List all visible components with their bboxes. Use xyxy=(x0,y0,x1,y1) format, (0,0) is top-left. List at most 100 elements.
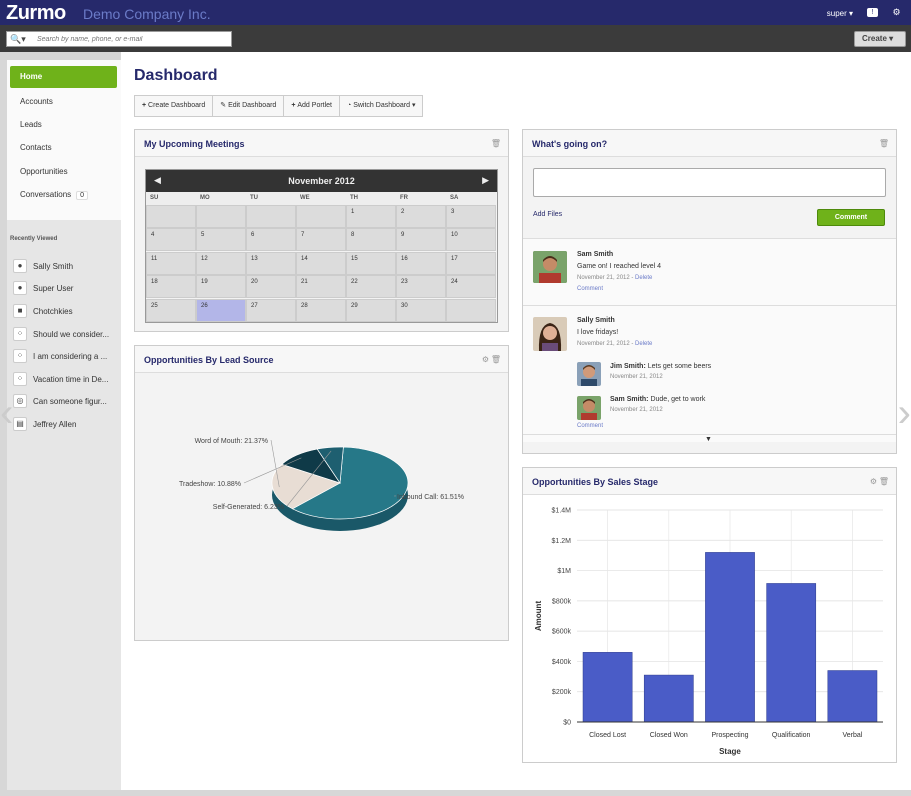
calendar-day[interactable]: 23 xyxy=(396,275,446,299)
trash-icon[interactable]: 🗑 xyxy=(879,139,889,148)
bar[interactable] xyxy=(582,652,633,723)
calendar-dow: TH xyxy=(346,192,396,205)
bar[interactable] xyxy=(643,674,694,723)
comment-textarea[interactable] xyxy=(533,168,886,197)
gear-icon[interactable]: ⚙ xyxy=(482,355,489,364)
gear-icon[interactable]: ⚙ xyxy=(890,7,903,18)
add-portlet-button[interactable]: + Add Portlet xyxy=(284,96,341,116)
add-files-link[interactable]: Add Files xyxy=(533,211,562,218)
chevron-right-icon[interactable]: › xyxy=(893,386,911,441)
create-dashboard-button[interactable]: + Create Dashboard xyxy=(135,96,214,116)
delete-link[interactable]: Delete xyxy=(635,341,652,347)
calendar-day[interactable]: 27 xyxy=(246,298,296,322)
chat-bubble-icon[interactable]: ! xyxy=(867,8,878,17)
create-button[interactable]: Create ▾ xyxy=(854,31,906,47)
reply-author[interactable]: Sam Smith: xyxy=(610,396,649,403)
calendar-day[interactable]: 10 xyxy=(446,228,496,252)
pie-label: Tradeshow: 10.88% xyxy=(179,481,241,488)
bar[interactable] xyxy=(827,670,878,723)
gear-icon[interactable]: ⚙ xyxy=(870,477,877,486)
comment-link[interactable]: Comment xyxy=(577,423,603,429)
calendar-day[interactable]: 26 xyxy=(196,298,246,322)
bar[interactable] xyxy=(705,552,755,723)
next-month-icon[interactable]: ▶ xyxy=(482,175,489,186)
calendar-day[interactable]: 5 xyxy=(196,228,246,252)
recent-item[interactable]: ● Sally Smith xyxy=(13,259,119,275)
nav-home[interactable]: Home xyxy=(10,66,117,88)
calendar-day[interactable]: 7 xyxy=(296,228,346,252)
bar[interactable] xyxy=(766,583,817,723)
calendar-day[interactable]: 1 xyxy=(346,205,396,228)
conversation-icon: ⁘ xyxy=(13,349,27,363)
calendar-day[interactable]: 14 xyxy=(296,251,346,275)
calendar-day[interactable]: 8 xyxy=(346,228,396,252)
calendar-day[interactable]: 19 xyxy=(196,275,246,299)
nav-contacts[interactable]: Contacts xyxy=(20,143,52,152)
pie-label: Word of Mouth: 21.37% xyxy=(195,438,268,445)
calendar-day[interactable]: 25 xyxy=(146,298,196,322)
calendar-day[interactable]: 21 xyxy=(296,275,346,299)
calendar-dow: SU xyxy=(146,192,196,205)
y-tick-label: $400k xyxy=(552,659,572,666)
calendar-day xyxy=(296,205,346,228)
avatar[interactable] xyxy=(533,251,567,283)
recent-item[interactable]: ▤ Jeffrey Allen xyxy=(13,417,119,433)
calendar-day[interactable]: 24 xyxy=(446,275,496,299)
arrow-down-icon[interactable]: ▼ xyxy=(705,436,712,443)
search-input[interactable] xyxy=(37,34,227,45)
calendar-day[interactable]: 4 xyxy=(146,228,196,252)
calendar-day[interactable]: 20 xyxy=(246,275,296,299)
calendar-day[interactable]: 15 xyxy=(346,251,396,275)
app-logo[interactable]: Zurmo xyxy=(6,2,66,25)
recent-item[interactable]: ◎ Can someone figur... xyxy=(13,394,119,410)
trash-icon[interactable]: 🗑 xyxy=(491,139,501,148)
calendar-day[interactable]: 17 xyxy=(446,251,496,275)
recent-item[interactable]: ⁘ Should we consider... xyxy=(13,327,119,343)
calendar-day[interactable]: 13 xyxy=(246,251,296,275)
edit-dashboard-button[interactable]: ✎ Edit Dashboard xyxy=(213,96,285,116)
calendar-day[interactable]: 9 xyxy=(396,228,446,252)
calendar-day[interactable]: 11 xyxy=(146,251,196,275)
nav-accounts[interactable]: Accounts xyxy=(20,97,53,106)
reply-author[interactable]: Jim Smith: xyxy=(610,363,646,370)
portlet-header: Opportunities By Sales Stage ⚙ 🗑 xyxy=(523,468,896,495)
avatar[interactable] xyxy=(577,362,601,386)
recent-item[interactable]: ● Super User xyxy=(13,281,119,297)
switch-dashboard-button[interactable]: ◔ Switch Dashboard ▾ xyxy=(340,96,422,116)
chevron-left-icon[interactable]: ‹ xyxy=(0,386,18,441)
post-author[interactable]: Sally Smith xyxy=(577,317,615,324)
recent-item[interactable]: ⁘ Vacation time in De... xyxy=(13,372,119,388)
post-author[interactable]: Sam Smith xyxy=(577,251,613,258)
recent-item[interactable]: ■ Chotchkies xyxy=(13,304,119,320)
avatar[interactable] xyxy=(577,396,601,420)
calendar-day xyxy=(246,205,296,228)
recent-item[interactable]: ⁘ I am considering a ... xyxy=(13,349,119,365)
divider xyxy=(523,434,896,435)
nav-leads[interactable]: Leads xyxy=(20,120,42,129)
search-icon[interactable]: 🔍▾ xyxy=(10,34,26,45)
calendar-day[interactable]: 3 xyxy=(446,205,496,228)
calendar-day[interactable]: 30 xyxy=(396,298,446,322)
trash-icon[interactable]: 🗑 xyxy=(879,477,889,486)
comment-button[interactable]: Comment xyxy=(817,209,885,226)
x-tick-label: Qualification xyxy=(772,732,811,739)
trash-icon[interactable]: 🗑 xyxy=(491,355,501,364)
calendar-day[interactable]: 2 xyxy=(396,205,446,228)
recent-item-label: Should we consider... xyxy=(33,330,110,339)
nav-opportunities[interactable]: Opportunities xyxy=(20,167,68,176)
calendar-day[interactable]: 16 xyxy=(396,251,446,275)
calendar-day[interactable]: 6 xyxy=(246,228,296,252)
calendar-dow: TU xyxy=(246,192,296,205)
y-tick-label: $1M xyxy=(557,568,571,575)
user-menu[interactable]: super ▾ xyxy=(827,9,853,18)
calendar-day[interactable]: 29 xyxy=(346,298,396,322)
nav-conversations[interactable]: Conversations 0 xyxy=(20,190,89,200)
comment-link[interactable]: Comment xyxy=(577,286,603,292)
calendar-day[interactable]: 18 xyxy=(146,275,196,299)
calendar-day[interactable]: 28 xyxy=(296,298,346,322)
reply-text: Dude, get to work xyxy=(648,396,706,403)
avatar[interactable] xyxy=(533,317,567,351)
delete-link[interactable]: Delete xyxy=(635,275,652,281)
calendar-day[interactable]: 12 xyxy=(196,251,246,275)
calendar-day[interactable]: 22 xyxy=(346,275,396,299)
